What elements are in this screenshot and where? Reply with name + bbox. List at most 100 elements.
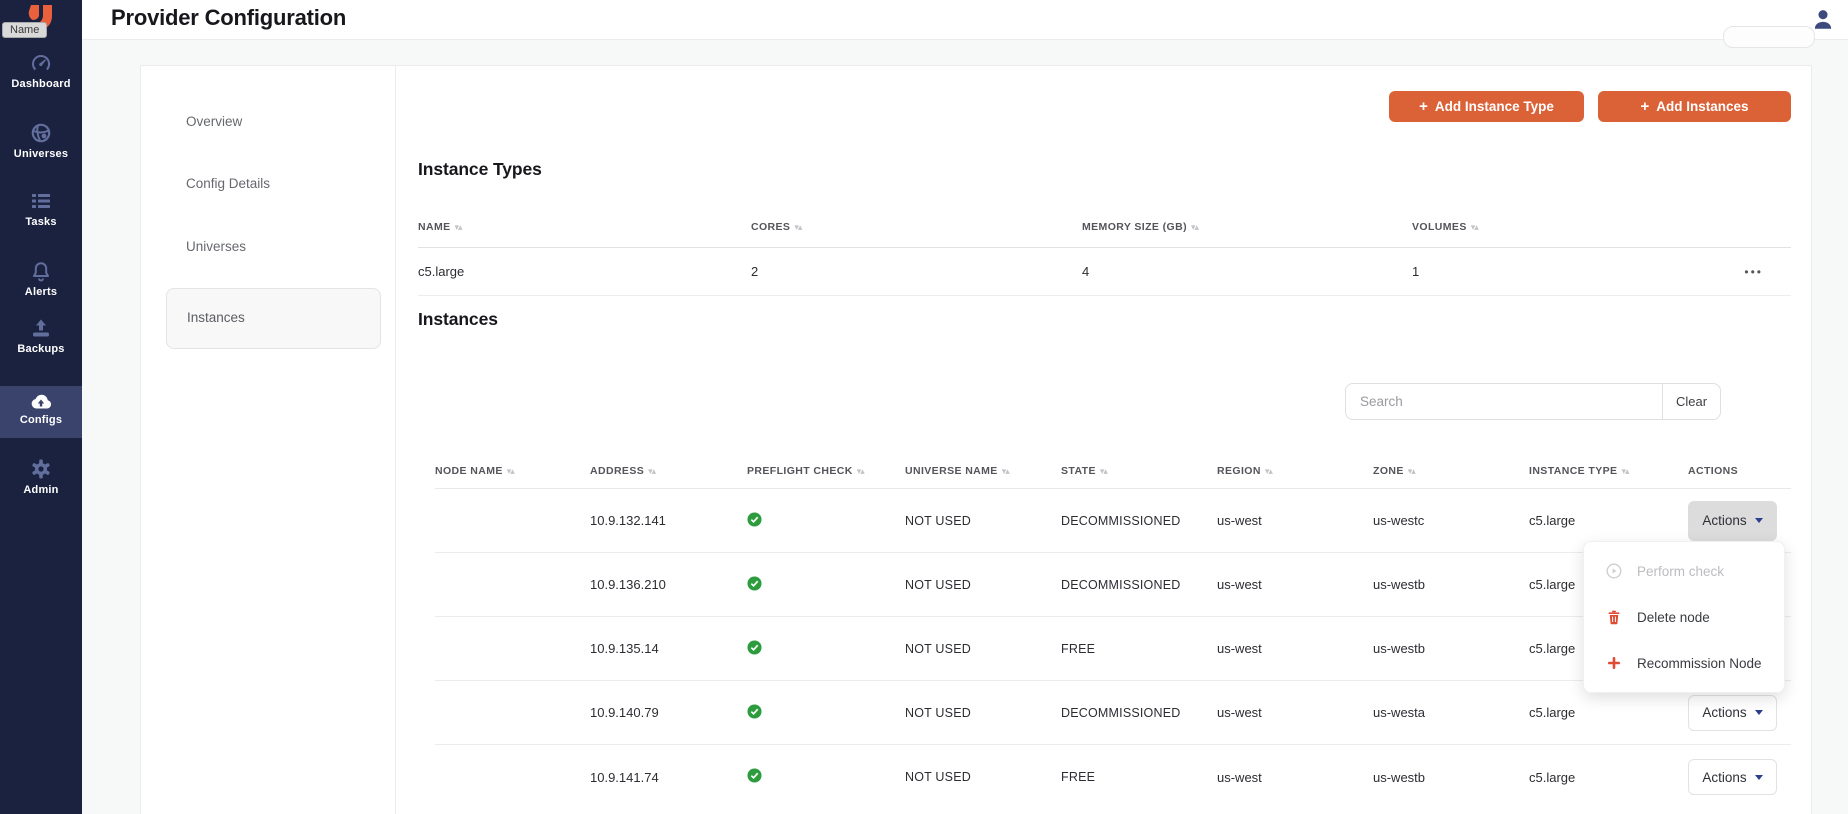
sort-icon: ▾▴ bbox=[794, 222, 801, 232]
trash-icon bbox=[1606, 609, 1622, 625]
play-circle-icon bbox=[1606, 563, 1622, 579]
sidebar-item-dashboard[interactable]: Dashboard bbox=[0, 51, 82, 113]
sidebar-item-backups[interactable]: Backups bbox=[0, 316, 82, 378]
cell-region: us-west bbox=[1217, 577, 1373, 592]
add-instance-type-label: Add Instance Type bbox=[1435, 99, 1554, 114]
check-circle-icon bbox=[747, 576, 762, 591]
check-circle-icon bbox=[747, 640, 762, 655]
column-header-state[interactable]: STATE▾▴ bbox=[1061, 465, 1217, 477]
sort-icon: ▾▴ bbox=[507, 466, 514, 476]
user-profile-button[interactable] bbox=[1810, 6, 1836, 32]
search-input[interactable] bbox=[1345, 383, 1662, 420]
cell-state: DECOMMISSIONED bbox=[1061, 706, 1217, 720]
cell-address: 10.9.132.141 bbox=[590, 513, 747, 528]
column-header-memory-size[interactable]: MEMORY SIZE (GB)▾▴ bbox=[1082, 221, 1412, 233]
cell-address: 10.9.141.74 bbox=[590, 770, 747, 785]
sidebar-item-label: Tasks bbox=[0, 216, 82, 228]
sort-icon: ▾▴ bbox=[1100, 466, 1107, 476]
column-header-preflight-check[interactable]: PREFLIGHT CHECK▾▴ bbox=[747, 465, 905, 477]
collapsed-toolbar-button[interactable] bbox=[1723, 26, 1815, 48]
column-header-universe-name[interactable]: UNIVERSE NAME▾▴ bbox=[905, 465, 1061, 477]
column-header-actions: ACTIONS bbox=[1688, 465, 1791, 477]
actions-dropdown-button[interactable]: Actions bbox=[1688, 759, 1777, 795]
list-icon bbox=[29, 189, 53, 213]
caret-down-icon bbox=[1755, 775, 1763, 780]
actions-dropdown-button[interactable]: Actions bbox=[1688, 695, 1777, 731]
cell-instance-type: c5.large bbox=[1529, 770, 1688, 785]
sort-icon: ▾▴ bbox=[648, 466, 655, 476]
column-header-cores[interactable]: CORES▾▴ bbox=[751, 221, 1082, 233]
column-header-node-name[interactable]: NODE NAME▾▴ bbox=[435, 465, 590, 477]
caret-down-icon bbox=[1755, 710, 1763, 715]
sort-icon: ▾▴ bbox=[1002, 466, 1009, 476]
menu-item-perform-check: Perform check bbox=[1584, 548, 1784, 594]
cell-address: 10.9.136.210 bbox=[590, 577, 747, 592]
subnav-divider bbox=[395, 66, 396, 814]
cell-region: us-west bbox=[1217, 770, 1373, 785]
menu-item-recommission-node[interactable]: Recommission Node bbox=[1584, 640, 1784, 686]
instances-header-row: NODE NAME▾▴ ADDRESS▾▴ PREFLIGHT CHECK▾▴ … bbox=[435, 453, 1791, 489]
sidebar: Name Dashboard Universes bbox=[0, 0, 82, 814]
sidebar-item-tasks[interactable]: Tasks bbox=[0, 189, 82, 251]
tab-universes[interactable]: Universes bbox=[186, 239, 246, 254]
sidebar-item-admin[interactable]: Admin bbox=[0, 457, 82, 519]
instance-type-name: c5.large bbox=[418, 264, 751, 279]
cell-instance-type: c5.large bbox=[1529, 705, 1688, 720]
instance-type-volumes: 1 bbox=[1412, 264, 1742, 279]
actions-dropdown-button[interactable]: Actions bbox=[1688, 501, 1777, 541]
column-header-address[interactable]: ADDRESS▾▴ bbox=[590, 465, 747, 477]
column-header-zone[interactable]: ZONE▾▴ bbox=[1373, 465, 1529, 477]
sort-icon: ▾▴ bbox=[1621, 466, 1628, 476]
person-icon bbox=[1810, 6, 1836, 32]
sort-icon: ▾▴ bbox=[455, 222, 462, 232]
sidebar-item-label: Dashboard bbox=[0, 78, 82, 90]
column-header-volumes[interactable]: VOLUMES▾▴ bbox=[1412, 221, 1742, 233]
provider-configuration-page: Name Dashboard Universes bbox=[0, 0, 1848, 814]
page-title: Provider Configuration bbox=[111, 5, 346, 31]
instance-types-header-row: NAME▾▴ CORES▾▴ MEMORY SIZE (GB)▾▴ VOLUME… bbox=[418, 206, 1791, 248]
instance-type-memory: 4 bbox=[1082, 264, 1412, 279]
add-instances-label: Add Instances bbox=[1656, 99, 1748, 114]
row-overflow-menu-icon[interactable]: ••• bbox=[1742, 265, 1791, 279]
sidebar-item-universes[interactable]: Universes bbox=[0, 121, 82, 183]
gauge-icon bbox=[29, 51, 53, 75]
plus-icon bbox=[1606, 655, 1622, 671]
menu-item-delete-node[interactable]: Delete node bbox=[1584, 594, 1784, 640]
check-circle-icon bbox=[747, 704, 762, 719]
tab-config-details[interactable]: Config Details bbox=[186, 176, 270, 191]
column-header-instance-type[interactable]: INSTANCE TYPE▾▴ bbox=[1529, 465, 1688, 477]
tab-instances[interactable]: Instances bbox=[166, 288, 381, 349]
sidebar-item-label: Admin bbox=[0, 484, 82, 496]
cell-universe-name: NOT USED bbox=[905, 706, 1061, 720]
instance-type-cores: 2 bbox=[751, 264, 1082, 279]
sidebar-item-configs[interactable]: Configs bbox=[0, 386, 82, 438]
cell-zone: us-westc bbox=[1373, 513, 1529, 528]
add-instance-type-button[interactable]: + Add Instance Type bbox=[1389, 91, 1584, 122]
sort-icon: ▾▴ bbox=[1265, 466, 1272, 476]
sort-icon: ▾▴ bbox=[1191, 222, 1198, 232]
instance-row: 10.9.141.74 NOT USED FREE us-west us-wes… bbox=[435, 745, 1791, 809]
caret-down-icon bbox=[1755, 518, 1763, 523]
cell-universe-name: NOT USED bbox=[905, 578, 1061, 592]
cell-zone: us-westa bbox=[1373, 705, 1529, 720]
column-header-region[interactable]: REGION▾▴ bbox=[1217, 465, 1373, 477]
sidebar-item-label: Universes bbox=[0, 148, 82, 160]
sidebar-item-label: Backups bbox=[0, 343, 82, 355]
add-instances-button[interactable]: + Add Instances bbox=[1598, 91, 1791, 122]
cell-address: 10.9.140.79 bbox=[590, 705, 747, 720]
clear-search-button[interactable]: Clear bbox=[1662, 383, 1721, 420]
sort-icon: ▾▴ bbox=[857, 466, 864, 476]
cell-universe-name: NOT USED bbox=[905, 514, 1061, 528]
sidebar-item-alerts[interactable]: Alerts bbox=[0, 259, 82, 321]
actions-dropdown-menu: Perform check Delete node Recommissio bbox=[1583, 541, 1785, 693]
instance-types-heading: Instance Types bbox=[418, 159, 542, 180]
plus-icon: + bbox=[1419, 99, 1428, 114]
cell-state: FREE bbox=[1061, 642, 1217, 656]
tab-overview[interactable]: Overview bbox=[186, 114, 242, 129]
sidebar-item-label: Configs bbox=[0, 414, 82, 426]
column-header-name[interactable]: NAME▾▴ bbox=[418, 221, 751, 233]
cell-universe-name: NOT USED bbox=[905, 770, 1061, 784]
cell-state: DECOMMISSIONED bbox=[1061, 514, 1217, 528]
provider-config-card: Overview Config Details Universes Instan… bbox=[140, 65, 1812, 814]
cell-address: 10.9.135.14 bbox=[590, 641, 747, 656]
